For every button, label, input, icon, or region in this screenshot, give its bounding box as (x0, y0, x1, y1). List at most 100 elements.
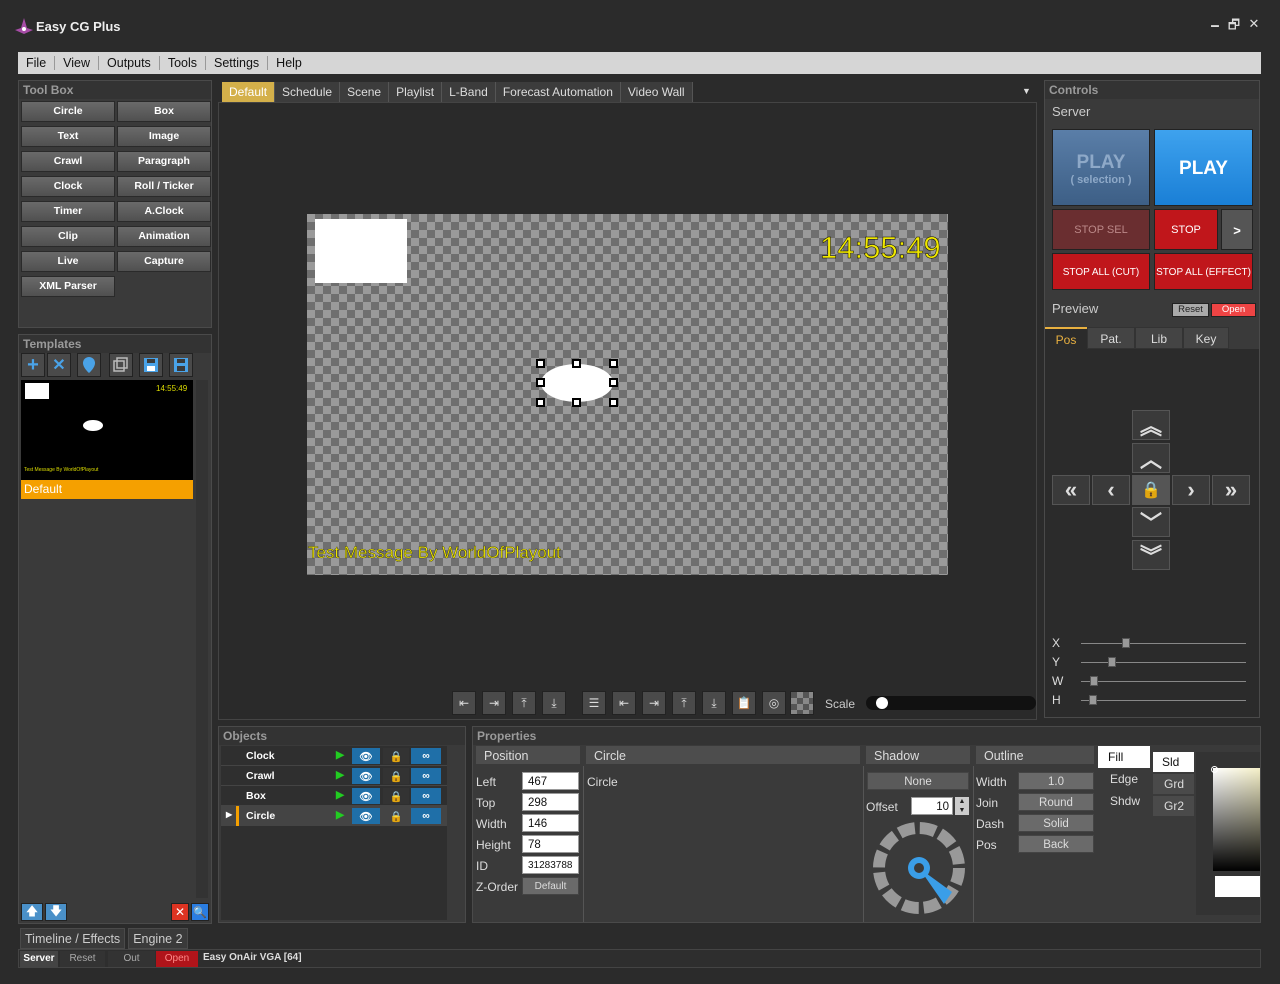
tool-crawl-button[interactable]: Crawl (21, 151, 115, 172)
tool-aclock-button[interactable]: A.Clock (117, 201, 211, 222)
tool-animation-button[interactable]: Animation (117, 226, 211, 247)
status-open-button[interactable]: Open (156, 951, 198, 967)
clear-button[interactable]: ✕ (171, 903, 189, 921)
status-reset-button[interactable]: Reset (60, 951, 105, 967)
tool-box-button[interactable]: Box (117, 101, 211, 122)
play-icon[interactable]: ▶ (336, 769, 344, 781)
preview-reset-button[interactable]: Reset (1172, 303, 1209, 317)
move-down-button[interactable]: 🡇 (45, 903, 67, 921)
move-up-button[interactable]: 🡅 (21, 903, 43, 921)
menu-outputs[interactable]: Outputs (99, 56, 160, 70)
tool-circle-button[interactable]: Circle (21, 101, 115, 122)
scale-slider[interactable] (866, 696, 1036, 710)
play-button[interactable]: PLAY (1154, 129, 1253, 206)
canvas-box[interactable] (315, 219, 407, 283)
menu-help[interactable]: Help (268, 56, 310, 70)
tool-xml-parser-button[interactable]: XML Parser (21, 276, 115, 297)
snap-left-button[interactable]: ⇤ (612, 691, 636, 715)
lock-toggle[interactable]: 🔒 (383, 748, 409, 764)
status-out-button[interactable]: Out (108, 951, 155, 967)
location-template-button[interactable] (77, 353, 101, 377)
offset-field[interactable]: 10 (911, 797, 953, 815)
tab-playlist[interactable]: Playlist (389, 82, 443, 102)
search-button[interactable]: 🔍 (191, 903, 209, 921)
offset-stepper[interactable]: ▲ ▼ (955, 797, 969, 815)
resize-handle[interactable] (536, 398, 545, 407)
stop-selection-button[interactable]: STOP SEL (1052, 209, 1150, 250)
visibility-toggle[interactable]: 👁 (352, 808, 380, 824)
visibility-toggle[interactable]: 👁 (352, 748, 380, 764)
menu-view[interactable]: View (55, 56, 100, 70)
slider-w-track[interactable] (1081, 681, 1246, 682)
templates-scrollbar[interactable] (196, 380, 208, 898)
resize-handle[interactable] (609, 398, 618, 407)
slider-h-track[interactable] (1081, 700, 1246, 701)
object-row-clock[interactable]: Clock ▶ 👁 🔒 ∞ (221, 746, 447, 766)
loop-toggle[interactable]: ∞ (411, 808, 441, 824)
move-down-step-button[interactable]: ﹀ (1132, 507, 1170, 537)
resize-handle[interactable] (572, 359, 581, 368)
align-top-button[interactable]: ⤒ (512, 691, 536, 715)
lock-toggle[interactable]: 🔒 (383, 788, 409, 804)
object-row-box[interactable]: Box ▶ 👁 🔒 ∞ (221, 786, 447, 806)
slider-x-track[interactable] (1081, 643, 1246, 644)
slider-y-knob[interactable] (1108, 657, 1117, 667)
tab-default[interactable]: Default (222, 82, 276, 102)
move-up-fast-button[interactable]: ︽ (1132, 410, 1170, 440)
color-spectrum[interactable] (1213, 768, 1260, 871)
slider-h-knob[interactable] (1088, 695, 1097, 705)
tool-live-button[interactable]: Live (21, 251, 115, 272)
shadow-none-button[interactable]: None (867, 772, 969, 790)
tab-l-band[interactable]: L-Band (442, 82, 496, 102)
object-row-crawl[interactable]: Crawl ▶ 👁 🔒 ∞ (221, 766, 447, 786)
tab-lib[interactable]: Lib (1135, 327, 1183, 349)
loop-toggle[interactable]: ∞ (411, 788, 441, 804)
tool-text-button[interactable]: Text (21, 126, 115, 147)
tool-clock-button[interactable]: Clock (21, 176, 115, 197)
slider-x-knob[interactable] (1121, 638, 1130, 648)
loop-toggle[interactable]: ∞ (411, 748, 441, 764)
canvas-clock[interactable]: 14:55:49 (820, 230, 941, 266)
visibility-toggle[interactable]: 👁 (352, 788, 380, 804)
stop-all-effect-button[interactable]: STOP ALL (EFFECT) (1154, 253, 1253, 290)
move-right-step-button[interactable]: › (1172, 475, 1210, 505)
save-template-button[interactable] (139, 353, 163, 377)
move-down-fast-button[interactable]: ︾ (1132, 540, 1170, 570)
maximize-button[interactable]: 🗗 (1226, 16, 1242, 38)
canvas-circle[interactable] (541, 364, 613, 402)
tab-scene[interactable]: Scene (340, 82, 390, 102)
color-cursor[interactable] (1211, 766, 1218, 773)
tool-roll-ticker-button[interactable]: Roll / Ticker (117, 176, 211, 197)
play-icon[interactable]: ▶ (336, 809, 344, 821)
id-field[interactable]: 31283788 (522, 856, 579, 874)
shadow-direction-dial[interactable] (870, 820, 968, 916)
tab-video-wall[interactable]: Video Wall (620, 82, 693, 102)
tab-shdw[interactable]: Shdw (1098, 790, 1150, 812)
stop-all-cut-button[interactable]: STOP ALL (CUT) (1052, 253, 1150, 290)
save-as-template-button[interactable] (169, 353, 193, 377)
loop-toggle[interactable]: ∞ (411, 768, 441, 784)
align-right-button[interactable]: ⇥ (482, 691, 506, 715)
minimize-button[interactable]: 🗕 (1207, 16, 1223, 38)
more-button[interactable]: > (1221, 209, 1253, 250)
center-button[interactable]: ☰ (582, 691, 606, 715)
outline-dash-button[interactable]: Solid (1018, 814, 1094, 832)
resize-handle[interactable] (536, 359, 545, 368)
paste-button[interactable]: 📋 (732, 691, 756, 715)
object-row-circle[interactable]: ▶ Circle ▶ 👁 🔒 ∞ (221, 806, 447, 826)
snap-right-button[interactable]: ⇥ (642, 691, 666, 715)
outline-join-button[interactable]: Round (1018, 793, 1094, 811)
tab-solid[interactable]: Sld (1153, 752, 1194, 772)
snap-bottom-button[interactable]: ⤓ (702, 691, 726, 715)
tab-schedule[interactable]: Schedule (275, 82, 341, 102)
tool-capture-button[interactable]: Capture (117, 251, 211, 272)
play-icon[interactable]: ▶ (336, 789, 344, 801)
tab-engine-2[interactable]: Engine 2 (128, 928, 188, 949)
lock-position-button[interactable]: 🔒 (1132, 475, 1170, 505)
safe-area-button[interactable]: ◎ (762, 691, 786, 715)
left-field[interactable]: 467 (522, 772, 579, 790)
delete-template-button[interactable]: ✕ (47, 353, 71, 377)
close-button[interactable]: ✕ (1246, 16, 1262, 32)
menu-settings[interactable]: Settings (206, 56, 269, 70)
move-right-fast-button[interactable]: » (1212, 475, 1250, 505)
